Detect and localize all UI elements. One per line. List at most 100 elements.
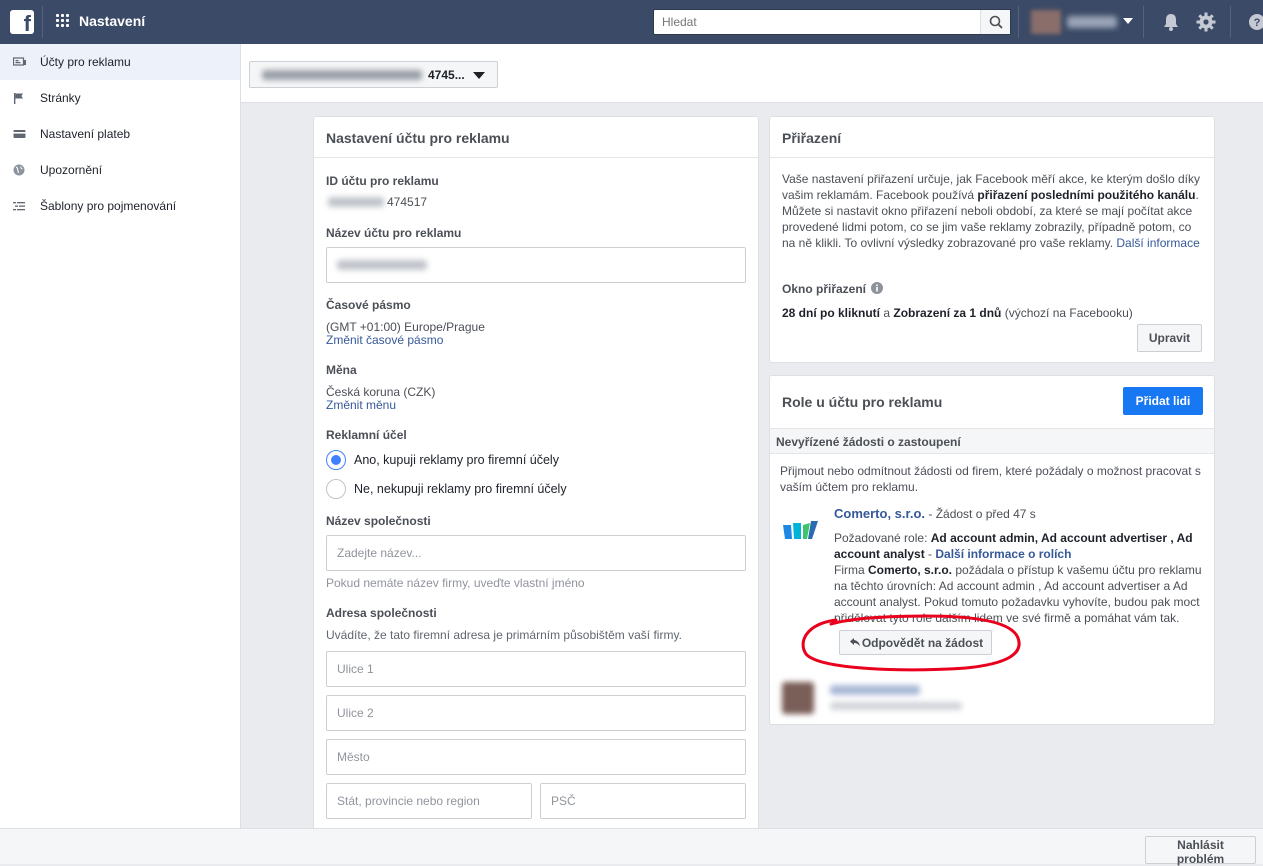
attribution-desc-bold: přiřazení posledními použitého kanálu xyxy=(977,188,1196,202)
sidebar-item-label: Nastavení plateb xyxy=(40,127,131,141)
search-input[interactable] xyxy=(654,10,982,34)
svg-text:?: ? xyxy=(1254,17,1261,29)
account-id-redacted xyxy=(328,197,384,207)
search-button[interactable] xyxy=(980,10,1010,34)
settings-sidebar: Účty pro reklamu Stránky Nastavení plate… xyxy=(0,44,241,828)
roles-card-header: Role u účtu pro reklamu Přidat lidi xyxy=(770,376,1214,429)
learn-more-link[interactable]: Další informace xyxy=(1116,236,1199,250)
radio-button[interactable] xyxy=(326,479,346,499)
window-view-value: Zobrazení za 1 dnů xyxy=(893,306,1002,320)
topbar-divider xyxy=(42,6,43,38)
account-id-value: 474517 xyxy=(387,195,428,209)
zip-input[interactable] xyxy=(540,783,746,819)
sidebar-item-label: Šablony pro pojmenování xyxy=(40,199,177,213)
change-timezone-link[interactable]: Změnit časové pásmo xyxy=(326,334,443,347)
member-role-redacted xyxy=(830,702,962,710)
attribution-description: Vaše nastavení přiřazení určuje, jak Fac… xyxy=(782,171,1206,251)
timezone-label: Časové pásmo xyxy=(326,298,411,312)
annotation-circle xyxy=(801,614,1021,672)
radio-label: Ne, nekupuji reklamy pro firemní účely xyxy=(354,482,567,496)
card-title: Přiřazení xyxy=(770,117,1214,158)
account-header: 4745... xyxy=(241,44,1263,103)
profile-menu[interactable] xyxy=(1018,6,1144,38)
company-address-label: Adresa společnosti xyxy=(326,606,437,620)
account-id-suffix: 4745... xyxy=(428,68,465,82)
company-address-hint: Uvádíte, že tato firemní adresa je primá… xyxy=(326,628,682,642)
add-people-button[interactable]: Přidat lidi xyxy=(1123,387,1203,415)
chevron-down-icon xyxy=(1123,18,1133,24)
card-title: Nastavení účtu pro reklamu xyxy=(314,117,758,158)
change-currency-link[interactable]: Změnit měnu xyxy=(326,399,396,412)
report-problem-button[interactable]: Nahlásit problém xyxy=(1145,836,1256,866)
footer-bar xyxy=(0,828,1263,864)
info-icon[interactable] xyxy=(871,282,883,294)
member-avatar-redacted xyxy=(782,682,814,714)
ad-account-selector[interactable]: 4745... xyxy=(249,61,498,88)
gear-icon[interactable] xyxy=(1195,11,1217,33)
sidebar-item-label: Upozornění xyxy=(40,163,103,177)
pending-requests-header: Nevyřízené žádosti o zastoupení xyxy=(770,429,1214,454)
attribution-card: Přiřazení Vaše nastavení přiřazení určuj… xyxy=(769,116,1215,363)
attribution-window-label-text: Okno přiřazení xyxy=(782,282,867,296)
sidebar-item-naming-templates[interactable]: Šablony pro pojmenování xyxy=(0,188,240,224)
sidebar-item-payment-settings[interactable]: Nastavení plateb xyxy=(0,116,240,152)
request-body-text: Firma xyxy=(834,563,868,577)
company-name-label: Název společnosti xyxy=(326,514,431,528)
street2-input[interactable] xyxy=(326,695,746,731)
search-icon xyxy=(989,15,1003,29)
pending-requests-description: Přijmout nebo odmítnout žádosti od firem… xyxy=(780,464,1201,494)
window-click-value: 28 dní po kliknutí xyxy=(782,306,881,320)
account-name-label: Název účtu pro reklamu xyxy=(326,226,462,240)
attribution-window-label: Okno přiřazení xyxy=(782,282,866,296)
radio-button[interactable] xyxy=(326,450,346,470)
bell-icon[interactable] xyxy=(1160,11,1182,33)
window-and: a xyxy=(880,306,894,320)
facebook-logo-icon[interactable]: f xyxy=(10,10,34,34)
city-input[interactable] xyxy=(326,739,746,775)
currency-label: Měna xyxy=(326,363,357,377)
profile-name-redacted xyxy=(1067,16,1117,28)
account-name-field[interactable] xyxy=(326,247,746,283)
account-id-label: ID účtu pro reklamu xyxy=(326,174,439,188)
naming-template-icon xyxy=(13,202,25,211)
member-name-redacted xyxy=(830,685,920,695)
attribution-window-value: 28 dní po kliknutí a Zobrazení za 1 dnů … xyxy=(782,305,1133,321)
credit-card-icon xyxy=(13,130,26,138)
sidebar-item-ad-accounts[interactable]: Účty pro reklamu xyxy=(0,44,240,80)
account-name-redacted xyxy=(337,260,427,270)
roles-sep: - xyxy=(924,547,936,561)
comerto-logo-icon xyxy=(783,521,818,539)
roles-info-link[interactable]: Další informace o rolích xyxy=(935,547,1071,561)
state-input[interactable] xyxy=(326,783,532,819)
company-name-input[interactable] xyxy=(326,535,746,571)
account-name-redacted xyxy=(262,70,422,80)
company-name-hint: Pokud nemáte název firmy, uveďte vlastní… xyxy=(326,576,585,590)
help-icon[interactable]: ? xyxy=(1246,11,1263,33)
avatar xyxy=(1031,10,1061,34)
ad-account-settings-card: Nastavení účtu pro reklamu ID účtu pro r… xyxy=(313,116,759,836)
radio-label: Ano, kupuji reklamy pro firemní účely xyxy=(354,453,559,467)
apps-grid-icon[interactable] xyxy=(56,14,70,28)
top-bar: f Nastavení Hledat ? xyxy=(0,0,1263,44)
page-title: Nastavení xyxy=(79,13,146,29)
request-roles: Požadované role: Ad account admin, Ad ac… xyxy=(834,530,1206,562)
street1-input[interactable] xyxy=(326,651,746,687)
chevron-down-icon xyxy=(473,72,485,79)
sidebar-item-notifications[interactable]: Upozornění xyxy=(0,152,240,188)
window-default-note: (výchozí na Facebooku) xyxy=(1001,306,1133,320)
ad-account-icon xyxy=(13,57,26,66)
request-body-company: Comerto, s.r.o. xyxy=(868,563,953,577)
request-company-link[interactable]: Comerto, s.r.o. xyxy=(834,506,925,521)
sidebar-item-label: Stránky xyxy=(40,91,81,105)
sidebar-item-label: Účty pro reklamu xyxy=(40,55,131,69)
request-time: - Žádost o před 47 s xyxy=(925,507,1036,521)
edit-button[interactable]: Upravit xyxy=(1137,324,1202,352)
request-header: Comerto, s.r.o. - Žádost o před 47 s xyxy=(834,506,1206,522)
card-title: Role u účtu pro reklamu xyxy=(782,394,943,410)
roles-prefix: Požadované role: xyxy=(834,531,931,545)
sidebar-item-pages[interactable]: Stránky xyxy=(0,80,240,116)
globe-icon xyxy=(13,164,25,176)
ad-purpose-label: Reklamní účel xyxy=(326,428,407,442)
search-box xyxy=(653,9,1011,35)
flag-icon xyxy=(14,93,23,104)
